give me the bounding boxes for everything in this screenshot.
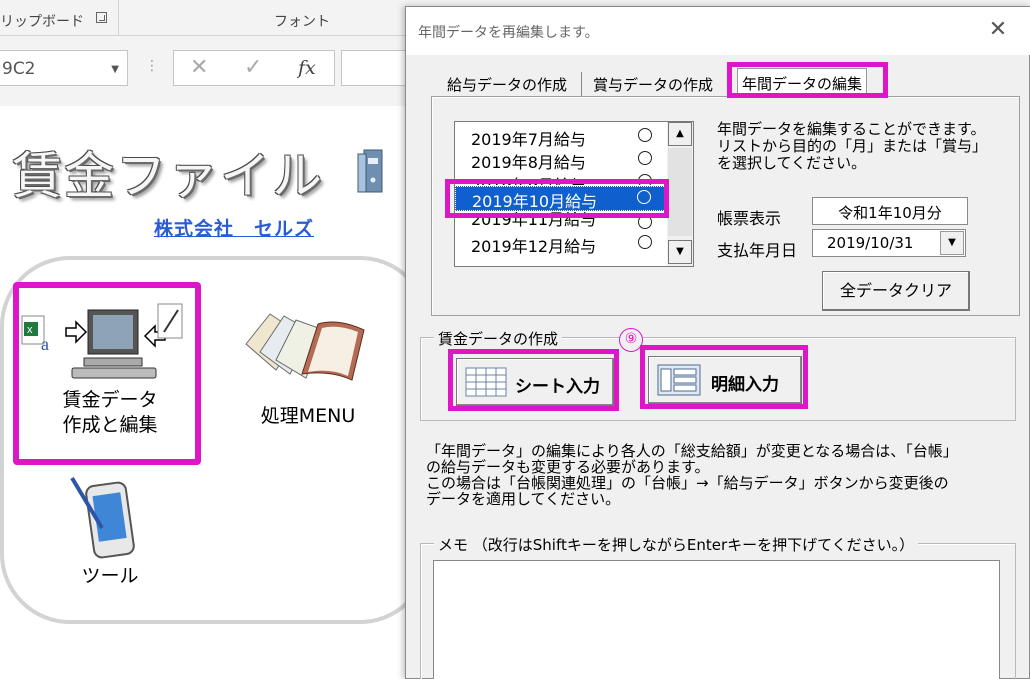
drag-handle-icon[interactable]: ⋮ xyxy=(145,58,159,74)
radio-circle-icon xyxy=(638,151,652,165)
tab-bonus-data[interactable]: 賞与データの作成 xyxy=(589,70,717,96)
tablet-tool-icon[interactable] xyxy=(66,474,136,562)
company-link[interactable]: 株式会社 セルズ xyxy=(154,214,314,241)
payment-date-label: 支払年月日 xyxy=(717,241,798,260)
report-display-label: 帳票表示 xyxy=(717,209,782,228)
description-line: リストから目的の「月」または「賞与」 xyxy=(717,137,988,155)
clear-all-data-button[interactable]: 全データクリア xyxy=(822,271,970,311)
memo-frame-title: メモ （改行はShiftキーを押しながらEnterキーを押下げてください。） xyxy=(434,534,919,555)
name-box[interactable]: 9C2 ▼ xyxy=(0,50,128,86)
enter-check-icon[interactable]: ✓ xyxy=(244,55,262,80)
tab-separator xyxy=(581,72,582,96)
sheet-input-highlight-box xyxy=(448,349,619,411)
radio-circle-icon xyxy=(638,128,652,142)
tab-description: 年間データを編集することができます。 リストから目的の「月」または「賞与」 を選… xyxy=(717,121,1017,172)
clipboard-group-label: リップボード xyxy=(0,14,84,30)
chevron-down-icon[interactable]: ▼ xyxy=(940,231,964,255)
list-item-label: 2019年7月給与 xyxy=(471,130,586,149)
list-item[interactable]: 2019年12月給与 xyxy=(455,232,666,256)
scroll-thumb[interactable] xyxy=(668,148,692,236)
font-group-label: フォント xyxy=(274,14,330,30)
binder-icon xyxy=(357,149,383,193)
edit-annual-data-dialog: 年間データを再編集します。 ✕ 給与データの作成 賞与データの作成 年間データの… xyxy=(405,6,1030,679)
processing-menu-label[interactable]: 処理MENU xyxy=(240,404,376,429)
chevron-down-icon[interactable]: ▼ xyxy=(111,64,119,75)
description-line: を選択してください。 xyxy=(717,154,867,172)
notice-line: この場合は「台帳関連処理」の「台帳」→「給与データ」ボタンから変更後の xyxy=(426,474,949,492)
dialog-title: 年間データを再編集します。 xyxy=(418,25,599,41)
selected-item-highlight-box xyxy=(445,179,669,218)
dialog-titlebar: 年間データを再編集します。 ✕ xyxy=(406,7,1030,55)
wage-data-highlight-box xyxy=(13,282,201,465)
scroll-up-icon[interactable]: ▲ xyxy=(668,122,692,146)
list-item-label: 2019年8月給与 xyxy=(471,153,586,172)
list-scrollbar[interactable]: ▲ ▼ xyxy=(667,122,693,266)
notice-line: 「年間データ」の編集により各人の「総支給額」が変更となる場合は、「台帳」 xyxy=(426,442,958,460)
sheet-title: 賃金ファイル xyxy=(12,147,324,205)
payment-date-value: 2019/10/31 xyxy=(827,234,914,252)
cancel-icon[interactable]: ✕ xyxy=(190,55,208,80)
notice-line: データを適用してください。 xyxy=(426,490,621,508)
ribbon-separator xyxy=(118,0,119,36)
annual-tab-highlight-box xyxy=(727,62,888,98)
ledger-books-icon[interactable] xyxy=(240,304,368,384)
close-icon[interactable]: ✕ xyxy=(984,17,1012,45)
scroll-down-icon[interactable]: ▼ xyxy=(668,240,692,264)
tools-menu-label[interactable]: ツール xyxy=(60,564,160,589)
notice-line: の給与データも変更する必要があります。 xyxy=(426,458,710,476)
payment-date-combo[interactable]: 2019/10/31 ▼ xyxy=(812,229,966,257)
description-line: 年間データを編集することができます。 xyxy=(717,120,986,138)
detail-input-highlight-box xyxy=(640,345,808,409)
list-item-label: 2019年12月給与 xyxy=(471,237,597,256)
list-item[interactable]: 2019年7月給与 xyxy=(455,125,666,149)
report-display-field[interactable]: 令和1年10月分 xyxy=(812,197,968,225)
radio-circle-icon xyxy=(638,235,652,249)
dialog-launcher-icon[interactable] xyxy=(96,12,107,23)
notice-text: 「年間データ」の編集により各人の「総支給額」が変更となる場合は、「台帳」 の給与… xyxy=(426,443,1016,507)
insert-function-icon[interactable]: fx xyxy=(298,57,316,79)
list-item[interactable]: 2019年8月給与 xyxy=(455,148,666,172)
tab-salary-data[interactable]: 給与データの作成 xyxy=(443,70,571,96)
memo-textarea[interactable] xyxy=(433,560,1000,679)
name-box-value: 9C2 xyxy=(2,59,36,79)
wage-data-frame-title: 賃金データの作成 xyxy=(434,328,563,349)
formula-buttons: ✕ ✓ fx xyxy=(173,50,335,86)
